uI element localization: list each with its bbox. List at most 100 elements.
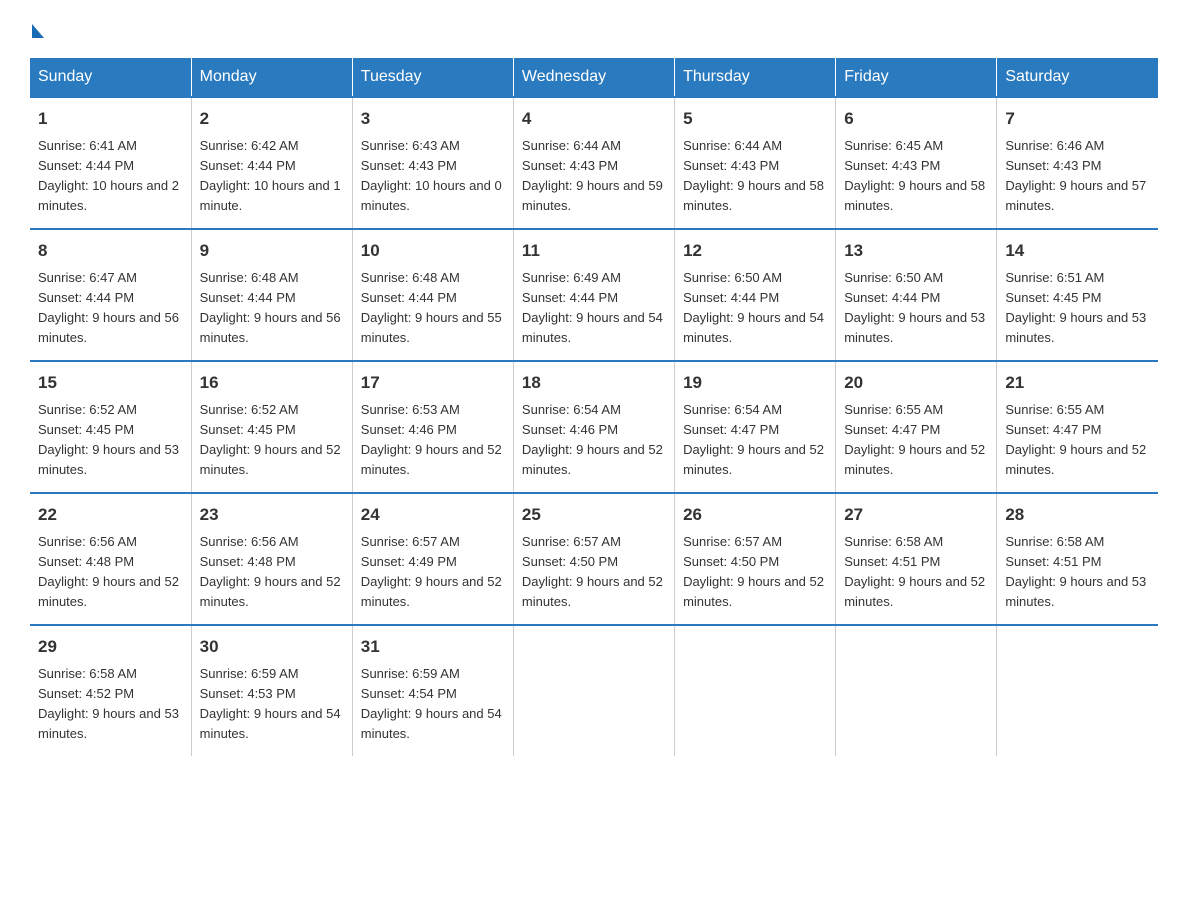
calendar-cell: 26Sunrise: 6:57 AMSunset: 4:50 PMDayligh…	[675, 493, 836, 625]
calendar-cell: 25 Sunrise: 6:57 AMSunset: 4:50 PMDayligh…	[513, 493, 674, 625]
calendar-table: SundayMondayTuesdayWednesdayThursdayFrid…	[30, 58, 1158, 756]
weekday-header-saturday: Saturday	[997, 58, 1158, 97]
calendar-cell: 10 Sunrise: 6:48 AMSunset: 4:44 PMDayligh…	[352, 229, 513, 361]
calendar-cell	[513, 625, 674, 756]
calendar-cell: 11Sunrise: 6:49 AMSunset: 4:44 PMDayligh…	[513, 229, 674, 361]
day-info: Sunrise: 6:58 AMSunset: 4:51 PMDaylight:…	[1005, 532, 1150, 613]
day-number: 2	[200, 106, 344, 132]
day-number: 14	[1005, 238, 1150, 264]
day-info: Sunrise: 6:46 AMSunset: 4:43 PMDaylight:…	[1005, 136, 1150, 217]
calendar-week-row: 29 Sunrise: 6:58 AMSunset: 4:52 PMDayligh…	[30, 625, 1158, 756]
day-number: 9	[200, 238, 344, 264]
calendar-cell: 5 Sunrise: 6:44 AMSunset: 4:43 PMDaylight…	[675, 97, 836, 229]
day-number: 13	[844, 238, 988, 264]
day-info: Sunrise: 6:55 AMSunset: 4:47 PMDaylight:…	[1005, 400, 1150, 481]
calendar-cell: 16 Sunrise: 6:52 AMSunset: 4:45 PMDayligh…	[191, 361, 352, 493]
day-number: 31	[361, 634, 505, 660]
day-info: Sunrise: 6:54 AMSunset: 4:47 PMDaylight:…	[683, 400, 827, 481]
weekday-header-friday: Friday	[836, 58, 997, 97]
day-info: Sunrise: 6:54 AMSunset: 4:46 PMDaylight:…	[522, 400, 666, 481]
day-info: Sunrise: 6:52 AMSunset: 4:45 PMDaylight:…	[38, 400, 183, 481]
calendar-cell: 6 Sunrise: 6:45 AMSunset: 4:43 PMDaylight…	[836, 97, 997, 229]
calendar-cell: 13 Sunrise: 6:50 AMSunset: 4:44 PMDayligh…	[836, 229, 997, 361]
day-number: 5	[683, 106, 827, 132]
day-number: 20	[844, 370, 988, 396]
calendar-week-row: 22 Sunrise: 6:56 AMSunset: 4:48 PMDayligh…	[30, 493, 1158, 625]
calendar-cell: 2 Sunrise: 6:42 AMSunset: 4:44 PMDaylight…	[191, 97, 352, 229]
calendar-cell: 27 Sunrise: 6:58 AMSunset: 4:51 PMDayligh…	[836, 493, 997, 625]
calendar-cell: 23 Sunrise: 6:56 AMSunset: 4:48 PMDayligh…	[191, 493, 352, 625]
day-number: 27	[844, 502, 988, 528]
day-info: Sunrise: 6:45 AMSunset: 4:43 PMDaylight:…	[844, 136, 988, 217]
calendar-cell: 24 Sunrise: 6:57 AMSunset: 4:49 PMDayligh…	[352, 493, 513, 625]
calendar-cell: 17Sunrise: 6:53 AMSunset: 4:46 PMDayligh…	[352, 361, 513, 493]
day-number: 4	[522, 106, 666, 132]
calendar-cell: 15 Sunrise: 6:52 AMSunset: 4:45 PMDayligh…	[30, 361, 191, 493]
calendar-cell: 29 Sunrise: 6:58 AMSunset: 4:52 PMDayligh…	[30, 625, 191, 756]
day-info: Sunrise: 6:44 AMSunset: 4:43 PMDaylight:…	[683, 136, 827, 217]
calendar-week-row: 15 Sunrise: 6:52 AMSunset: 4:45 PMDayligh…	[30, 361, 1158, 493]
calendar-cell: 30Sunrise: 6:59 AMSunset: 4:53 PMDayligh…	[191, 625, 352, 756]
day-info: Sunrise: 6:56 AMSunset: 4:48 PMDaylight:…	[38, 532, 183, 613]
calendar-cell: 14 Sunrise: 6:51 AMSunset: 4:45 PMDayligh…	[997, 229, 1158, 361]
calendar-cell: 1Sunrise: 6:41 AMSunset: 4:44 PMDaylight…	[30, 97, 191, 229]
day-number: 28	[1005, 502, 1150, 528]
day-number: 10	[361, 238, 505, 264]
day-number: 1	[38, 106, 183, 132]
day-info: Sunrise: 6:55 AMSunset: 4:47 PMDaylight:…	[844, 400, 988, 481]
calendar-cell: 22 Sunrise: 6:56 AMSunset: 4:48 PMDayligh…	[30, 493, 191, 625]
day-info: Sunrise: 6:47 AMSunset: 4:44 PMDaylight:…	[38, 268, 183, 349]
calendar-cell: 12 Sunrise: 6:50 AMSunset: 4:44 PMDayligh…	[675, 229, 836, 361]
calendar-cell: 8 Sunrise: 6:47 AMSunset: 4:44 PMDaylight…	[30, 229, 191, 361]
day-info: Sunrise: 6:51 AMSunset: 4:45 PMDaylight:…	[1005, 268, 1150, 349]
day-number: 30	[200, 634, 344, 660]
calendar-cell: 3 Sunrise: 6:43 AMSunset: 4:43 PMDaylight…	[352, 97, 513, 229]
calendar-cell: 28 Sunrise: 6:58 AMSunset: 4:51 PMDayligh…	[997, 493, 1158, 625]
calendar-cell: 4 Sunrise: 6:44 AMSunset: 4:43 PMDaylight…	[513, 97, 674, 229]
day-number: 6	[844, 106, 988, 132]
page-header	[30, 20, 1158, 38]
day-info: Sunrise: 6:48 AMSunset: 4:44 PMDaylight:…	[361, 268, 505, 349]
day-info: Sunrise: 6:52 AMSunset: 4:45 PMDaylight:…	[200, 400, 344, 481]
calendar-header-row: SundayMondayTuesdayWednesdayThursdayFrid…	[30, 58, 1158, 97]
day-info: Sunrise: 6:50 AMSunset: 4:44 PMDaylight:…	[683, 268, 827, 349]
calendar-cell: 21Sunrise: 6:55 AMSunset: 4:47 PMDayligh…	[997, 361, 1158, 493]
day-info: Sunrise: 6:42 AMSunset: 4:44 PMDaylight:…	[200, 136, 344, 217]
calendar-cell	[836, 625, 997, 756]
day-info: Sunrise: 6:56 AMSunset: 4:48 PMDaylight:…	[200, 532, 344, 613]
day-number: 26	[683, 502, 827, 528]
weekday-header-monday: Monday	[191, 58, 352, 97]
calendar-cell: 20 Sunrise: 6:55 AMSunset: 4:47 PMDayligh…	[836, 361, 997, 493]
day-info: Sunrise: 6:49 AMSunset: 4:44 PMDaylight:…	[522, 268, 666, 349]
day-info: Sunrise: 6:57 AMSunset: 4:50 PMDaylight:…	[522, 532, 666, 613]
weekday-header-tuesday: Tuesday	[352, 58, 513, 97]
day-number: 18	[522, 370, 666, 396]
day-info: Sunrise: 6:43 AMSunset: 4:43 PMDaylight:…	[361, 136, 505, 217]
day-number: 16	[200, 370, 344, 396]
calendar-week-row: 8 Sunrise: 6:47 AMSunset: 4:44 PMDaylight…	[30, 229, 1158, 361]
day-info: Sunrise: 6:57 AMSunset: 4:49 PMDaylight:…	[361, 532, 505, 613]
day-info: Sunrise: 6:58 AMSunset: 4:51 PMDaylight:…	[844, 532, 988, 613]
day-number: 15	[38, 370, 183, 396]
day-number: 24	[361, 502, 505, 528]
day-number: 23	[200, 502, 344, 528]
calendar-cell: 7Sunrise: 6:46 AMSunset: 4:43 PMDaylight…	[997, 97, 1158, 229]
day-info: Sunrise: 6:59 AMSunset: 4:54 PMDaylight:…	[361, 664, 505, 745]
calendar-cell: 18 Sunrise: 6:54 AMSunset: 4:46 PMDayligh…	[513, 361, 674, 493]
day-info: Sunrise: 6:44 AMSunset: 4:43 PMDaylight:…	[522, 136, 666, 217]
day-number: 22	[38, 502, 183, 528]
day-info: Sunrise: 6:50 AMSunset: 4:44 PMDaylight:…	[844, 268, 988, 349]
day-number: 12	[683, 238, 827, 264]
weekday-header-sunday: Sunday	[30, 58, 191, 97]
day-number: 19	[683, 370, 827, 396]
day-info: Sunrise: 6:48 AMSunset: 4:44 PMDaylight:…	[200, 268, 344, 349]
weekday-header-thursday: Thursday	[675, 58, 836, 97]
day-number: 8	[38, 238, 183, 264]
day-number: 3	[361, 106, 505, 132]
day-info: Sunrise: 6:53 AMSunset: 4:46 PMDaylight:…	[361, 400, 505, 481]
day-number: 25	[522, 502, 666, 528]
calendar-cell	[997, 625, 1158, 756]
logo	[30, 20, 44, 38]
day-info: Sunrise: 6:58 AMSunset: 4:52 PMDaylight:…	[38, 664, 183, 745]
day-number: 29	[38, 634, 183, 660]
